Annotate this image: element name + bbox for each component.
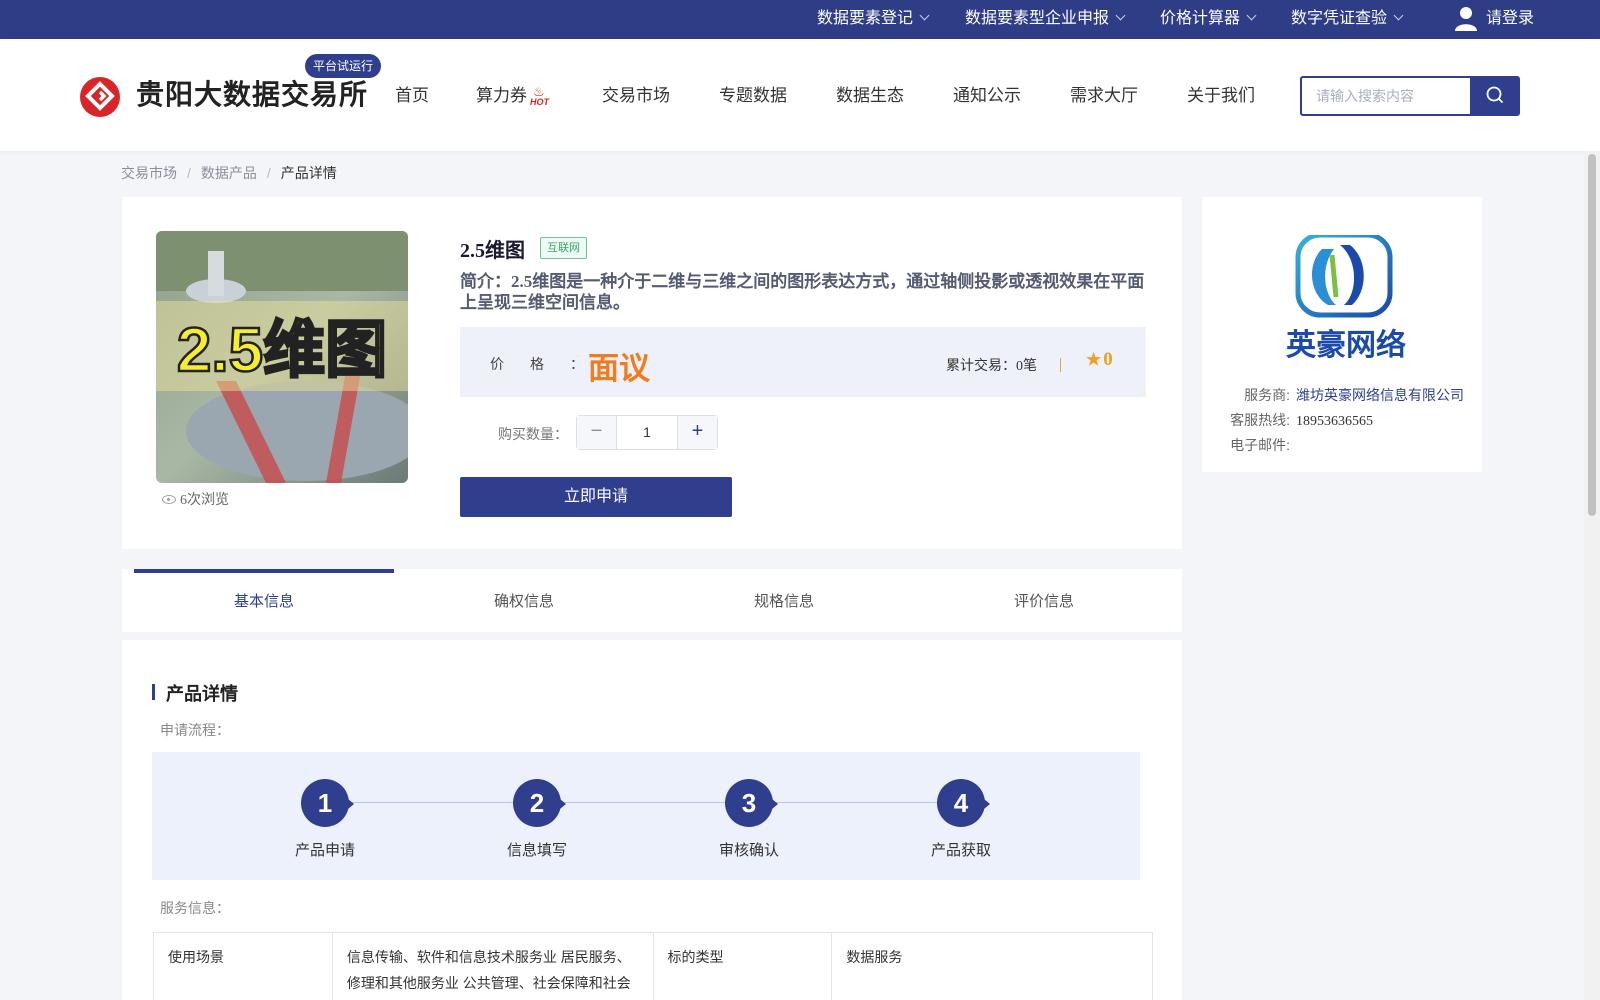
- product-image: 2.5维图: [156, 231, 408, 483]
- step-label: 产品获取: [930, 842, 991, 859]
- price-value: 面议: [588, 351, 650, 386]
- quantity-stepper: − 1 +: [576, 415, 718, 450]
- step-label: 产品申请: [294, 842, 355, 859]
- breadcrumb-separator: /: [266, 165, 271, 181]
- nav-demand-hall[interactable]: 需求大厅: [1070, 81, 1138, 106]
- topbar-data-element-registration[interactable]: 数据要素登记: [817, 0, 930, 39]
- detail-tabs: 基本信息 确权信息 规格信息 评价信息: [122, 569, 1182, 632]
- chevron-down-icon: [1393, 10, 1404, 21]
- nav-market[interactable]: 交易市场: [602, 81, 670, 106]
- chevron-down-icon: [1115, 10, 1126, 21]
- tab-rights-info[interactable]: 确权信息: [394, 569, 654, 632]
- flow-label: 申请流程：: [160, 722, 230, 738]
- search-icon: [1486, 86, 1503, 103]
- nav-topic-data[interactable]: 专题数据: [719, 81, 787, 106]
- quantity-input[interactable]: 1: [617, 416, 677, 449]
- product-summary-card: 2.5维图 6次浏览 2.5维图 互联网 简介：2.5维图是一种介于二维与三维之…: [122, 197, 1182, 549]
- top-utility-bar: 数据要素登记 数据要素型企业申报 价格计算器 数字凭证查验 请登录: [0, 0, 1600, 39]
- rating: ★ 0: [1086, 349, 1113, 370]
- step-label: 审核确认: [718, 842, 779, 859]
- user-icon[interactable]: [1454, 6, 1478, 32]
- flow-connector: [325, 802, 975, 803]
- topbar-digital-voucher-check[interactable]: 数字凭证查验: [1291, 0, 1404, 39]
- breadcrumb-current: 产品详情: [280, 165, 337, 181]
- breadcrumb-separator: /: [187, 165, 191, 181]
- flow-step: 2 信息填写: [477, 779, 597, 860]
- chevron-down-icon: [1246, 10, 1257, 21]
- provider-name-link[interactable]: 潍坊英豪网络信息有限公司: [1296, 387, 1464, 403]
- nav-ecosystem[interactable]: 数据生态: [836, 81, 904, 106]
- chevron-down-icon: [919, 10, 930, 21]
- nav-compute-voucher[interactable]: 算力券 ♨ HOT: [476, 81, 549, 107]
- provider-hotline: 18953636565: [1296, 414, 1373, 429]
- nav-home[interactable]: 首页: [395, 81, 429, 106]
- flow-step: 1 产品申请: [265, 779, 385, 860]
- provider-logo-text: 英豪网络: [1286, 328, 1406, 362]
- provider-email-row: 电子邮件:: [1230, 437, 1290, 453]
- eye-icon: [162, 495, 176, 504]
- table-value: 信息传输、软件和信息技术服务业 居民服务、修理和其他服务业 公共管理、社会保障和…: [331, 932, 654, 1000]
- site-logo-text[interactable]: 贵阳大数据交易所: [136, 73, 368, 113]
- provider-hotline-row: 客服热线: 18953636565: [1230, 412, 1373, 429]
- step-label: 信息填写: [506, 842, 567, 859]
- trial-run-badge: 平台试运行: [305, 54, 382, 78]
- search-button[interactable]: [1470, 76, 1520, 116]
- category-tag: 互联网: [540, 237, 587, 259]
- tab-spec-info[interactable]: 规格信息: [654, 569, 914, 632]
- apply-now-button[interactable]: 立即申请: [460, 477, 732, 517]
- table-row: 使用场景 信息传输、软件和信息技术服务业 居民服务、修理和其他服务业 公共管理、…: [153, 932, 1153, 1000]
- table-value: 数据服务: [831, 932, 1153, 1000]
- exchange-logo-icon[interactable]: [79, 76, 121, 118]
- nav-notices[interactable]: 通知公示: [953, 81, 1021, 106]
- decrease-quantity-button[interactable]: −: [577, 416, 617, 449]
- product-image-text: 2.5维图: [177, 316, 387, 385]
- section-title: 产品详情: [152, 680, 238, 706]
- tab-review-info[interactable]: 评价信息: [914, 569, 1174, 632]
- product-image-graphic: 2.5维图: [156, 231, 408, 483]
- application-flow: 1 产品申请 2 信息填写 3 审核确认 4 产品获取: [152, 752, 1140, 880]
- provider-name-row: 服务商: 潍坊英豪网络信息有限公司: [1244, 387, 1464, 403]
- provider-card: 英豪网络 服务商: 潍坊英豪网络信息有限公司 客服热线: 18953636565 电…: [1202, 197, 1482, 472]
- cumulative-trades: 累计交易：0笔: [946, 359, 1037, 374]
- step-number: 3: [725, 779, 778, 827]
- flame-icon: ♨: [533, 84, 545, 99]
- topbar-enterprise-declaration[interactable]: 数据要素型企业申报: [965, 0, 1126, 39]
- product-description: 简介：2.5维图是一种介于二维与三维之间的图形表达方式，通过轴侧投影或透视效果在…: [460, 272, 1145, 312]
- nav-about[interactable]: 关于我们: [1187, 81, 1255, 106]
- step-number: 2: [513, 779, 566, 827]
- increase-quantity-button[interactable]: +: [677, 416, 717, 449]
- provider-logo: 英豪网络: [1286, 235, 1406, 362]
- step-number: 1: [301, 779, 354, 827]
- view-count: 6次浏览: [162, 489, 229, 509]
- table-key: 使用场景: [153, 932, 333, 1000]
- price-panel: 价格： 面议 累计交易：0笔 ★ 0: [460, 327, 1146, 397]
- breadcrumb: 交易市场 / 数据产品 / 产品详情: [121, 163, 337, 183]
- step-number: 4: [937, 779, 990, 827]
- topbar-price-calculator[interactable]: 价格计算器: [1160, 0, 1257, 39]
- quantity-label: 购买数量：: [498, 426, 568, 442]
- breadcrumb-data-products[interactable]: 数据产品: [201, 165, 257, 181]
- service-info-table: 使用场景 信息传输、软件和信息技术服务业 居民服务、修理和其他服务业 公共管理、…: [153, 932, 1153, 1000]
- flow-step: 3 审核确认: [689, 779, 809, 860]
- flow-step: 4 产品获取: [901, 779, 1021, 860]
- table-key: 标的类型: [652, 932, 833, 1000]
- search-field-wrapper: [1300, 76, 1472, 116]
- main-header: 贵阳大数据交易所 平台试运行 首页 算力券 ♨ HOT 交易市场 专题数据 数据生态…: [0, 39, 1600, 151]
- login-link[interactable]: 请登录: [1486, 0, 1534, 39]
- divider: [1060, 358, 1061, 372]
- service-info-label: 服务信息：: [160, 900, 230, 916]
- page-scrollbar-thumb[interactable]: [1588, 154, 1596, 516]
- breadcrumb-market[interactable]: 交易市场: [121, 165, 177, 181]
- tab-basic-info[interactable]: 基本信息: [134, 569, 394, 632]
- product-detail-section: 产品详情 申请流程： 1 产品申请 2 信息填写 3 审核确认 4 产品获取 服务信息：…: [122, 640, 1182, 1000]
- hot-badge: ♨ HOT: [530, 84, 549, 107]
- star-icon: ★: [1086, 350, 1102, 369]
- search-input[interactable]: [1302, 78, 1472, 114]
- product-title: 2.5维图: [460, 240, 525, 262]
